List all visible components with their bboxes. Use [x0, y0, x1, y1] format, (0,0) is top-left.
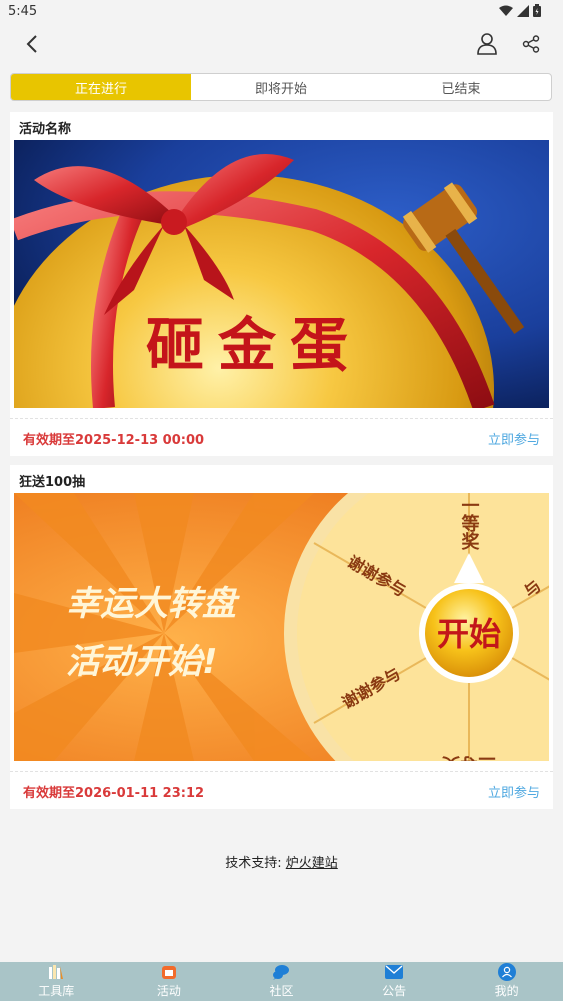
lucky-wheel-image: 开始 一等奖 谢谢参与 谢谢参与 三等奖 与 幸运大转盘 活动开始! — [14, 493, 549, 761]
tech-support: 技术支持: 炉火建站 — [0, 852, 563, 871]
wheel-start-text: 开始 — [437, 615, 501, 653]
card-footer: 有效期至2026-01-11 23:12 立即参与 — [10, 771, 553, 808]
bottom-nav-community[interactable]: 社区 — [225, 962, 338, 1001]
activity-banner-wheel[interactable]: 开始 一等奖 谢谢参与 谢谢参与 三等奖 与 幸运大转盘 活动开始! — [14, 493, 549, 761]
bottom-nav-label: 我的 — [494, 984, 519, 998]
signal-icon — [517, 4, 529, 17]
tab-ended[interactable]: 已结束 — [371, 74, 551, 100]
activity-icon — [160, 963, 178, 981]
back-button[interactable] — [18, 30, 46, 58]
bottom-nav-label: 公告 — [382, 984, 407, 998]
valid-until: 有效期至2026-01-11 23:12 — [23, 786, 205, 801]
join-button[interactable]: 立即参与 — [488, 429, 540, 448]
activity-title: 狂送100抽 — [19, 475, 86, 490]
status-bar: 5:45 — [0, 0, 563, 22]
activity-card[interactable]: 狂送100抽 开始 一等奖 谢谢参与 谢谢参与 与 幸运大转盘 活动开始! 有效… — [10, 465, 553, 809]
wheel-prize-text: 三等奖 — [441, 753, 496, 761]
join-button[interactable]: 立即参与 — [488, 782, 540, 801]
bottom-nav: 工具库 活动 社区 公告 我的 — [0, 962, 563, 1001]
tech-support-label: 技术支持: — [225, 856, 282, 871]
bottom-nav-label: 活动 — [156, 984, 181, 998]
share-icon — [522, 35, 540, 53]
tech-support-link[interactable]: 炉火建站 — [286, 856, 338, 871]
tab-ongoing[interactable]: 正在进行 — [11, 74, 191, 100]
valid-until: 有效期至2025-12-13 00:00 — [23, 433, 205, 448]
activity-card[interactable]: 活动名称 砸金蛋 有效期至2025-12-13 00:00 立即参与 — [10, 112, 553, 456]
toolbox-icon — [47, 963, 65, 981]
wheel-prize-text: 一等奖 — [459, 496, 480, 551]
account-button[interactable] — [473, 30, 501, 58]
wheel-banner-line1: 幸运大转盘 — [66, 584, 240, 624]
tab-upcoming[interactable]: 即将开始 — [191, 74, 371, 100]
golden-egg-image: 砸金蛋 — [14, 140, 549, 408]
bottom-nav-notice[interactable]: 公告 — [338, 962, 451, 1001]
share-button[interactable] — [517, 30, 545, 58]
bottom-nav-label: 社区 — [269, 984, 294, 998]
chat-icon — [272, 963, 290, 981]
nav-bar — [0, 22, 563, 66]
banner-egg-text: 砸金蛋 — [146, 311, 362, 379]
wheel-banner-line2: 活动开始! — [66, 642, 218, 682]
mail-icon — [385, 963, 404, 981]
wifi-icon — [499, 5, 513, 16]
battery-icon — [533, 4, 541, 17]
bottom-nav-toolbox[interactable]: 工具库 — [0, 962, 113, 1001]
bottom-nav-mine[interactable]: 我的 — [450, 962, 563, 1001]
bottom-nav-label: 工具库 — [38, 984, 75, 998]
back-arrow-icon — [26, 35, 37, 53]
user-icon — [477, 33, 497, 55]
activity-tabs: 正在进行 即将开始 已结束 — [10, 73, 552, 101]
status-icons — [499, 4, 541, 17]
user-icon — [497, 963, 516, 981]
bottom-nav-activity[interactable]: 活动 — [113, 962, 226, 1001]
status-time: 5:45 — [8, 4, 38, 19]
card-footer: 有效期至2025-12-13 00:00 立即参与 — [10, 418, 553, 455]
activity-title: 活动名称 — [19, 122, 72, 137]
activity-banner-egg[interactable]: 砸金蛋 — [14, 140, 549, 408]
